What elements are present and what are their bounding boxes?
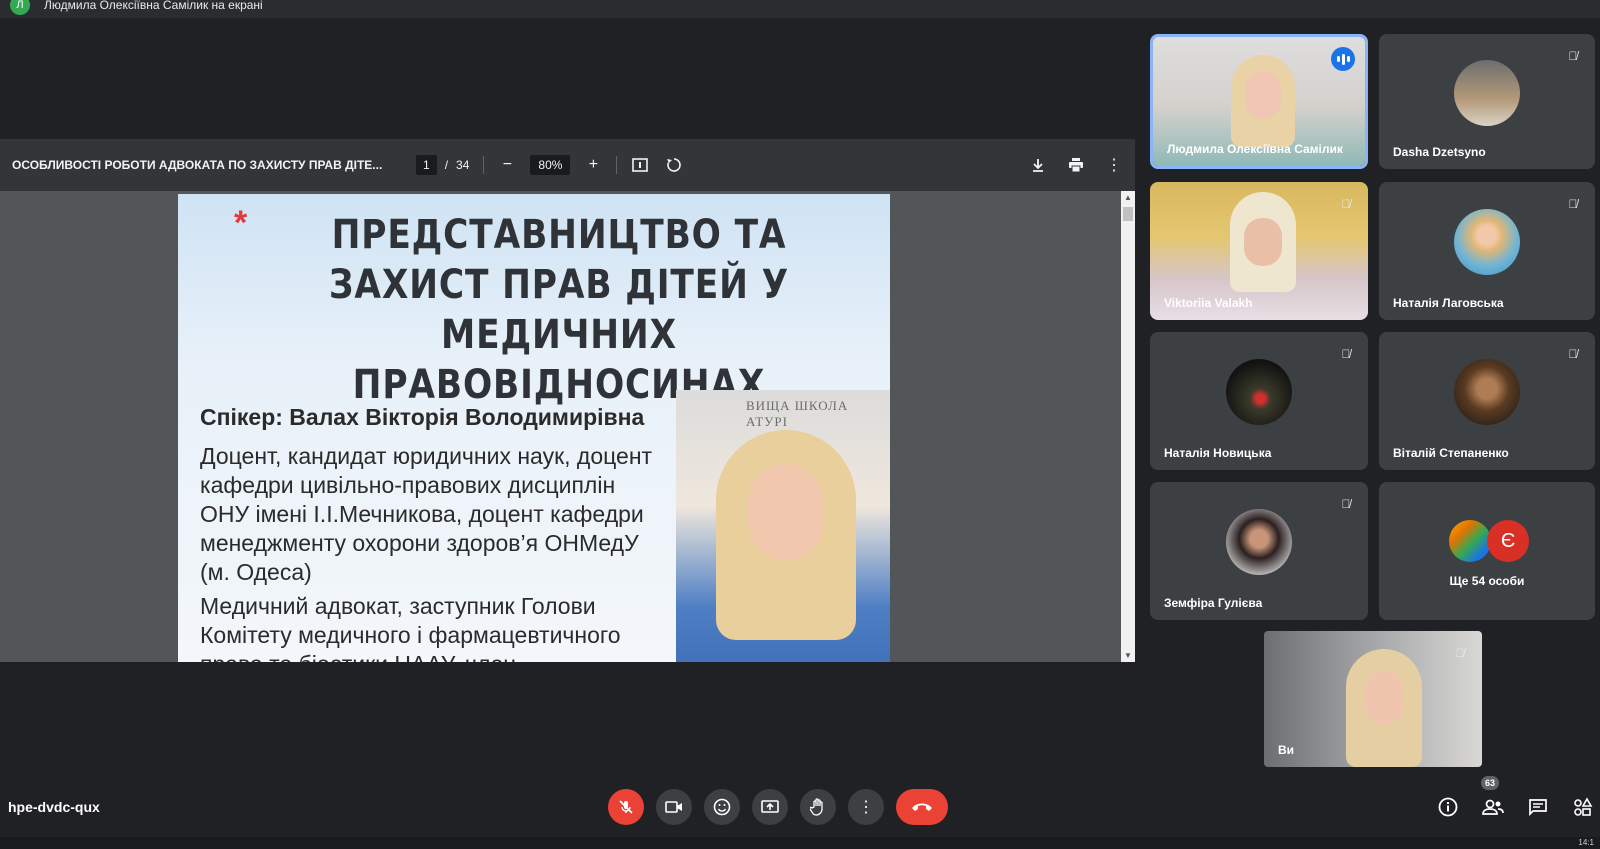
side-controls: 63 [1437, 776, 1594, 818]
more-participants-label: Ще 54 особи [1449, 574, 1525, 588]
participant-tile-samilyk[interactable]: Людмила Олексіївна Самілик [1150, 34, 1368, 169]
mic-off-icon: 🎙̸ [1568, 197, 1578, 211]
participant-avatar [1454, 59, 1520, 126]
pdf-scrollbar[interactable]: ▲ ▼ [1121, 191, 1135, 662]
photo-face [748, 464, 824, 560]
toolbar-divider [483, 156, 485, 174]
slide-speaker: Спікер: Валах Вікторія Володимирівна [200, 404, 645, 430]
more-options-button[interactable]: ⋮ [848, 789, 884, 825]
self-view-tile[interactable]: 🎙̸ Ви [1264, 631, 1482, 767]
speaking-indicator-icon [1331, 47, 1355, 71]
participant-name: Наталія Новицька [1164, 446, 1272, 460]
rotate-icon[interactable] [665, 156, 683, 174]
mic-off-icon: 🎙̸ [1341, 497, 1351, 511]
participant-avatar [1226, 359, 1292, 425]
participant-tile-dasha[interactable]: 🎙̸ Dasha Dzetsyno [1379, 34, 1595, 169]
present-screen-button[interactable] [752, 789, 788, 825]
pdf-title: ОСОБЛИВОСТІ РОБОТИ АДВОКАТА ПО ЗАХИСТУ П… [12, 158, 383, 172]
pdf-page-area[interactable]: * ПРЕДСТАВНИЦТВО ТА ЗАХИСТ ПРАВ ДІТЕЙ У … [0, 191, 1135, 662]
call-controls: ⋮ [608, 789, 948, 825]
leave-call-button[interactable] [896, 789, 948, 825]
scroll-down-icon[interactable]: ▼ [1121, 651, 1135, 660]
more-avatars: Є [1449, 520, 1529, 562]
slide-star: * [234, 204, 248, 242]
participant-tile-stepanenko[interactable]: 🎙̸ Віталій Степаненко [1379, 332, 1595, 470]
mic-off-icon: 🎙̸ [1568, 347, 1578, 361]
participant-name: Людмила Олексіївна Самілик [1167, 142, 1343, 156]
slide-title: ПРЕДСТАВНИЦТВО ТА ЗАХИСТ ПРАВ ДІТЕЙ У МЕ… [329, 212, 789, 408]
speaker-photo: ВИЩА ШКОЛА АТУРІ [676, 390, 890, 662]
slide-paragraph-1: Доцент, кандидат юридичних наук, доцент … [200, 443, 653, 585]
page-number-input[interactable]: 1 [416, 155, 437, 175]
taskbar-clock: 14:1 [1578, 838, 1594, 847]
presenting-text: Людмила Олексіївна Самілик на екрані [44, 0, 263, 12]
participant-name: Viktoriia Valakh [1164, 296, 1253, 310]
participant-name: Віталій Степаненко [1393, 446, 1509, 460]
participant-tile-lahovska[interactable]: 🎙̸ Наталія Лаговська [1379, 182, 1595, 320]
toolbar-divider [616, 156, 618, 174]
raise-hand-button[interactable] [800, 789, 836, 825]
participant-name: Наталія Лаговська [1393, 296, 1504, 310]
participant-name: Dasha Dzetsyno [1393, 145, 1486, 159]
participant-name: Земфіра Гулієва [1164, 596, 1263, 610]
people-icon[interactable]: 63 [1481, 776, 1504, 818]
chat-icon[interactable] [1527, 796, 1549, 818]
print-icon[interactable] [1067, 156, 1085, 174]
mic-toggle-button[interactable] [608, 789, 644, 825]
info-icon[interactable] [1437, 796, 1459, 818]
more-vert-icon[interactable]: ⋮ [1105, 156, 1123, 174]
participant-tile-novytska[interactable]: 🎙̸ Наталія Новицька [1150, 332, 1368, 470]
participant-avatar: Є [1487, 520, 1529, 562]
presenting-banner: Л Людмила Олексіївна Самілик на екрані [0, 0, 1600, 18]
zoom-in-icon[interactable]: + [584, 156, 602, 174]
fit-page-icon[interactable] [631, 156, 649, 174]
mic-off-icon: 🎙̸ [1455, 646, 1465, 660]
os-taskbar: 14:1 [0, 837, 1600, 849]
more-participants-tile[interactable]: Є Ще 54 особи [1379, 482, 1595, 620]
activities-icon[interactable] [1572, 796, 1594, 818]
meeting-code: hpe-dvdc-qux [8, 799, 100, 815]
participant-avatar [1454, 209, 1520, 275]
camera-toggle-button[interactable] [656, 789, 692, 825]
scroll-up-icon[interactable]: ▲ [1121, 193, 1135, 202]
mic-off-icon: 🎙̸ [1341, 347, 1351, 361]
self-name: Ви [1278, 743, 1295, 757]
participant-tile-valakh[interactable]: 🎙̸ Viktoriia Valakh [1150, 182, 1368, 320]
call-controls-bar: hpe-dvdc-qux ⋮ 63 [0, 776, 1600, 832]
photo-wall-text: ВИЩА ШКОЛА АТУРІ [746, 398, 849, 429]
slide-paragraph-2: Медичний адвокат, заступник Голови Коміт… [200, 593, 621, 662]
participant-avatar [1226, 509, 1292, 575]
participant-avatar [1454, 359, 1520, 425]
slide-page: * ПРЕДСТАВНИЦТВО ТА ЗАХИСТ ПРАВ ДІТЕЙ У … [178, 194, 890, 662]
scroll-thumb[interactable] [1123, 207, 1133, 221]
mic-off-icon: 🎙̸ [1568, 49, 1578, 63]
page-separator: / [444, 158, 449, 172]
mic-off-icon: 🎙̸ [1341, 197, 1351, 211]
zoom-input[interactable]: 80% [530, 155, 571, 175]
participant-tile-hulieva[interactable]: 🎙̸ Земфіра Гулієва [1150, 482, 1368, 620]
people-count-badge: 63 [1481, 776, 1500, 790]
pdf-toolbar: ОСОБЛИВОСТІ РОБОТИ АДВОКАТА ПО ЗАХИСТУ П… [0, 139, 1135, 191]
presenter-avatar: Л [10, 0, 30, 15]
pdf-viewer: ОСОБЛИВОСТІ РОБОТИ АДВОКАТА ПО ЗАХИСТУ П… [0, 139, 1135, 662]
total-pages: 34 [456, 158, 470, 172]
emoji-button[interactable] [704, 789, 740, 825]
participant-avatar [1449, 520, 1491, 562]
download-icon[interactable] [1029, 156, 1047, 174]
zoom-out-icon[interactable]: − [498, 156, 516, 174]
